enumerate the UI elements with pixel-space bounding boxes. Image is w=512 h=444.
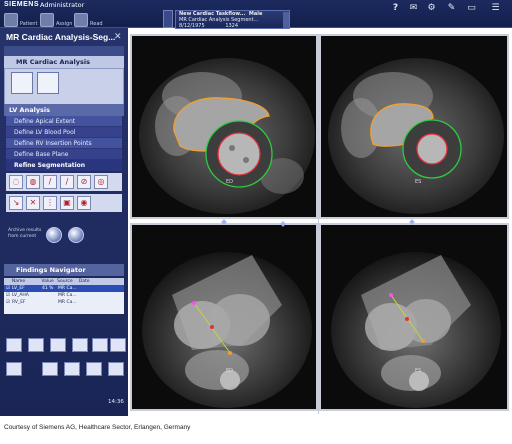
panel-tabs[interactable]: [4, 46, 124, 56]
screen-icon[interactable]: ▭: [466, 3, 477, 14]
pan-icon[interactable]: [72, 338, 88, 352]
pen-icon[interactable]: /: [43, 175, 57, 189]
layout-icon[interactable]: [28, 338, 44, 352]
panel-title: MR Cardiac Analysis-Seg...: [6, 32, 116, 42]
more-icon[interactable]: ⋮: [43, 196, 57, 210]
redo-icon[interactable]: [110, 338, 126, 352]
copy-icon[interactable]: ▣: [60, 196, 74, 210]
step-apical-extent[interactable]: Define Apical Extent: [6, 116, 122, 127]
viewport-label: ES: [415, 179, 422, 185]
sax-es-image: [321, 36, 507, 217]
settings-icon[interactable]: ⚙: [426, 3, 437, 14]
assign-icon: [40, 13, 54, 27]
top-bar: SIEMENS Administrator Patient Assign Rea…: [0, 0, 512, 29]
viewport-lax-ed[interactable]: ED: [130, 223, 318, 411]
menu-icon[interactable]: ☰: [490, 3, 501, 14]
read-icon: [74, 13, 88, 27]
close-icon[interactable]: ✕: [114, 32, 122, 42]
task-card[interactable]: New Cardiac Taskflow... Male MR Cardiac …: [175, 10, 290, 29]
archive-results-label: Archive results from current: [8, 228, 42, 239]
viewport-label: ES: [415, 368, 422, 374]
image-caption: Courtesy of Siemens AG, Healthcare Secto…: [4, 424, 191, 431]
left-panel: MR Cardiac Analysis-Seg... ✕ MR Cardiac …: [0, 28, 128, 416]
viewport-label: ED: [226, 179, 234, 185]
findings-table: Name Value Source Date ☑ LV_EF 41 % MR C…: [4, 278, 124, 314]
draw-epi-icon[interactable]: ◌: [9, 175, 23, 189]
draw-endo-icon[interactable]: ◍: [26, 175, 40, 189]
viewport-sax-es[interactable]: ES: [319, 34, 509, 219]
contour-toolbar: ◌ ◍ / ∕ ⊘ ◎: [6, 173, 122, 191]
read-button[interactable]: Read: [74, 9, 103, 27]
segment-icon[interactable]: [37, 72, 59, 94]
viewport-sax-ed[interactable]: ED: [130, 34, 318, 219]
edit-toolbar: ↘ ✕ ⋮ ▣ ◉: [6, 194, 122, 212]
patient-date: 8/12/1975: [179, 23, 205, 29]
erase-icon[interactable]: ⊘: [77, 175, 91, 189]
brand-logo: SIEMENS: [4, 1, 40, 8]
step-lv-blood-pool[interactable]: Define LV Blood Pool: [6, 127, 122, 138]
step-base-plane[interactable]: Define Base Plane: [6, 149, 122, 160]
series-icon[interactable]: [86, 362, 102, 376]
cine-icon[interactable]: [42, 362, 58, 376]
user-name: Administrator: [40, 1, 85, 9]
task-card-scroll[interactable]: [283, 12, 289, 28]
export-icon[interactable]: [108, 362, 124, 376]
lax-es-image: [321, 225, 507, 409]
fit-icon[interactable]: [6, 362, 22, 376]
step-rv-insertion-points[interactable]: Define RV Insertion Points: [6, 138, 122, 149]
findings-navigator-header[interactable]: Findings Navigator: [4, 264, 124, 276]
table-row[interactable]: ☑ RV_EF MR Ca...: [4, 299, 124, 306]
globe-icon[interactable]: ◉: [77, 196, 91, 210]
lv-analysis-section[interactable]: LV Analysis: [4, 104, 124, 116]
adjust-icon[interactable]: ◎: [94, 175, 108, 189]
viewport-lax-es[interactable]: ES: [319, 223, 509, 411]
nudge-icon[interactable]: ∕: [60, 175, 74, 189]
slice-icon[interactable]: [64, 362, 80, 376]
sax-ed-image: [132, 36, 316, 217]
patient-browser-icon: [4, 13, 18, 27]
assign-button[interactable]: Assign: [40, 9, 72, 27]
module-body: [4, 68, 124, 106]
patient-id: 1324: [225, 23, 239, 29]
lax-ed-image: [132, 225, 316, 409]
delete-contour-icon[interactable]: ✕: [26, 196, 40, 210]
propagate-icon[interactable]: ↘: [9, 196, 23, 210]
tools-icon[interactable]: ✎: [446, 3, 457, 14]
mail-icon[interactable]: ✉: [408, 3, 419, 14]
help-icon[interactable]: ?: [390, 3, 401, 14]
zoom-icon[interactable]: [50, 338, 66, 352]
stop-button[interactable]: [68, 227, 84, 243]
step-refine-segmentation[interactable]: Refine Segmentation: [6, 160, 122, 171]
viewport-label: ED: [226, 368, 234, 374]
module-header[interactable]: MR Cardiac Analysis: [4, 56, 124, 68]
table-header: Name Value Source Date: [4, 278, 124, 285]
viewport-divider: [318, 34, 319, 414]
task-card-tab[interactable]: [163, 10, 173, 28]
undo-icon[interactable]: [92, 338, 108, 352]
clock: 14:36: [108, 399, 124, 405]
table-row[interactable]: ☑ LV_AHA MR Ca...: [4, 292, 124, 299]
table-row[interactable]: ☑ LV_EF 41 % MR Ca...: [4, 285, 124, 292]
analysis-icon[interactable]: [11, 72, 33, 94]
link-icon[interactable]: [6, 338, 22, 352]
confirm-button[interactable]: [46, 227, 62, 243]
patient-browser-button[interactable]: Patient: [4, 9, 37, 27]
